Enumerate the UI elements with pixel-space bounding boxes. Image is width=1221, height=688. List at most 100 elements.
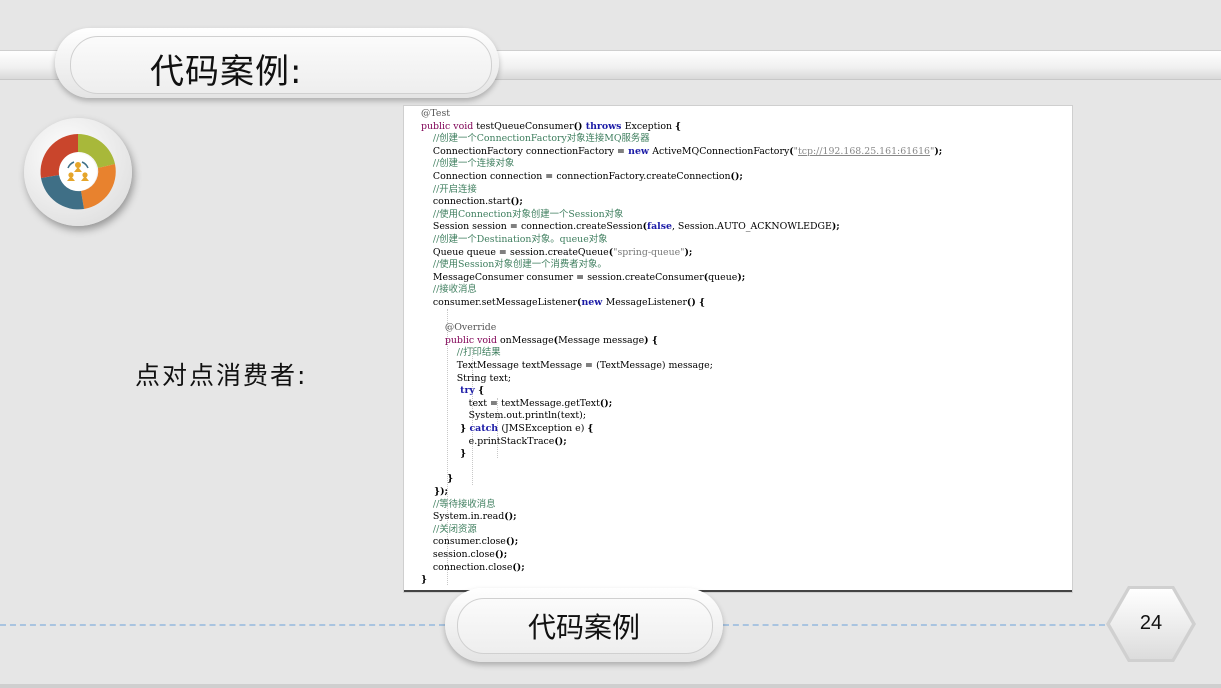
code-token: new (581, 297, 606, 308)
code-line: Session session = connection.createSessi… (421, 221, 840, 234)
code-token: ) { (644, 334, 658, 346)
bottom-rule (0, 684, 1221, 688)
code-line: try { (421, 385, 484, 398)
code-line: String text; (421, 373, 511, 386)
code-line: MessageConsumer consumer = session.creat… (421, 272, 745, 285)
code-token: Queue queue (421, 246, 499, 258)
code-line: connection.close(); (421, 562, 525, 575)
code-token: session.createQueue (510, 246, 609, 258)
code-token: "spring-queue" (613, 246, 685, 258)
code-screenshot: @Test public void testQueueConsumer() thr… (404, 106, 1072, 592)
code-token: text (421, 397, 491, 409)
footer-dash-right (723, 624, 1105, 626)
code-token: connection.close (421, 561, 513, 573)
code-line: consumer.setMessageListener(new MessageL… (421, 297, 705, 310)
code-token: onMessage (500, 334, 554, 346)
code-token: { (675, 120, 682, 132)
footer-dash-left (0, 624, 445, 626)
code-token: //接收消息 (421, 284, 477, 296)
code-token: (); (512, 561, 525, 573)
code-token: queue (708, 271, 738, 283)
code-token: System.out.println(text); (421, 410, 586, 422)
code-token: session.close (421, 549, 495, 560)
code-token: (); (730, 171, 743, 182)
code-line: System.out.println(text); (421, 410, 586, 423)
code-token: (); (505, 536, 519, 548)
code-line: //使用Connection对象创建一个Session对象 (421, 208, 624, 222)
logo (24, 118, 132, 226)
code-line: //关闭资源 (421, 524, 477, 537)
code-token: throws (585, 120, 625, 132)
code-token: //使用Connection对象创建一个Session对象 (421, 208, 624, 220)
code-token: () (573, 120, 586, 132)
side-label: 点对点消费者: (135, 361, 308, 390)
code-line: System.in.read(); (421, 511, 517, 524)
code-token: e.printStackTrace (421, 435, 555, 447)
code-token: = (585, 360, 597, 371)
code-line: } (421, 473, 453, 486)
code-line: } (421, 574, 427, 587)
code-token: tcp://192.168.25.161:61616 (797, 145, 931, 157)
code-token: try (421, 385, 479, 397)
code-token: catch (469, 423, 502, 434)
code-line: text = textMessage.getText(); (421, 397, 613, 411)
code-token: false (647, 221, 672, 233)
code-token: ActiveMQConnectionFactory (652, 145, 790, 157)
code-token: Exception (624, 120, 676, 132)
code-token: session.createConsumer (587, 271, 704, 283)
footer-label: 代码案例 (527, 611, 640, 644)
code-token: //开启连接 (421, 183, 477, 195)
code-line: //创建一个连接对象 (421, 158, 514, 171)
code-line: //打印结果 (421, 347, 501, 360)
code-token: ); (934, 145, 943, 157)
code-token: = (490, 397, 502, 409)
code-token: Message message (558, 334, 645, 346)
code-token: = (509, 221, 521, 233)
code-line: @Override (421, 322, 496, 335)
page-number: 24 (1139, 612, 1163, 634)
code-token: (); (510, 196, 523, 208)
code-token: //创建一个Destination对象。queue对象 (421, 234, 608, 245)
code-token: }); (421, 486, 448, 497)
code-line: //创建一个ConnectionFactory对象连接MQ服务器 (421, 133, 650, 146)
code-token: ); (684, 246, 693, 258)
code-line: consumer.close(); (421, 536, 518, 549)
code-token: (JMSException e) (501, 423, 588, 434)
code-line: } (421, 448, 466, 461)
code-token: () { (686, 297, 706, 308)
code-line: e.printStackTrace(); (421, 436, 567, 449)
code-token: { (478, 385, 485, 397)
code-token: connection.start (421, 196, 511, 208)
code-token: //等待接收消息 (421, 498, 496, 510)
code-line: ConnectionFactory connectionFactory = ne… (421, 146, 942, 159)
code-token: @Override (421, 322, 497, 334)
code-token: System.in.read (421, 511, 505, 523)
code-token: } (421, 473, 454, 485)
code-line: //使用Session对象创建一个消费者对象。 (421, 259, 607, 272)
code-token: ); (737, 271, 746, 283)
code-token: consumer.setMessageListener (421, 297, 578, 308)
code-token: } (421, 423, 470, 434)
code-token: { (587, 423, 594, 434)
code-token: //打印结果 (421, 347, 501, 359)
code-line: //开启连接 (421, 184, 477, 197)
code-token: } (421, 574, 428, 586)
code-token: Connection connection (421, 171, 546, 182)
code-token: consumer.close (421, 536, 506, 548)
code-line: }); (421, 486, 448, 499)
code-token: = (498, 246, 511, 258)
code-token: testQueueConsumer (476, 120, 574, 132)
circular-arrows-people-icon (40, 134, 116, 210)
code-token: MessageConsumer consumer (421, 271, 577, 283)
code-token: TextMessage textMessage (421, 360, 586, 371)
code-line: connection.start(); (421, 196, 523, 209)
code-token: connectionFactory.createConnection (556, 171, 731, 182)
code-token: public void (421, 120, 477, 132)
code-token: , Session.AUTO_ACKNOWLEDGE (671, 221, 832, 233)
code-token: = (545, 171, 557, 182)
code-token: textMessage.getText (501, 397, 600, 409)
code-line: Queue queue = session.createQueue("sprin… (421, 247, 692, 260)
code-token: connection.createSession (520, 221, 643, 233)
code-token: //创建一个ConnectionFactory对象连接MQ服务器 (421, 133, 650, 145)
code-token: = (576, 271, 588, 283)
